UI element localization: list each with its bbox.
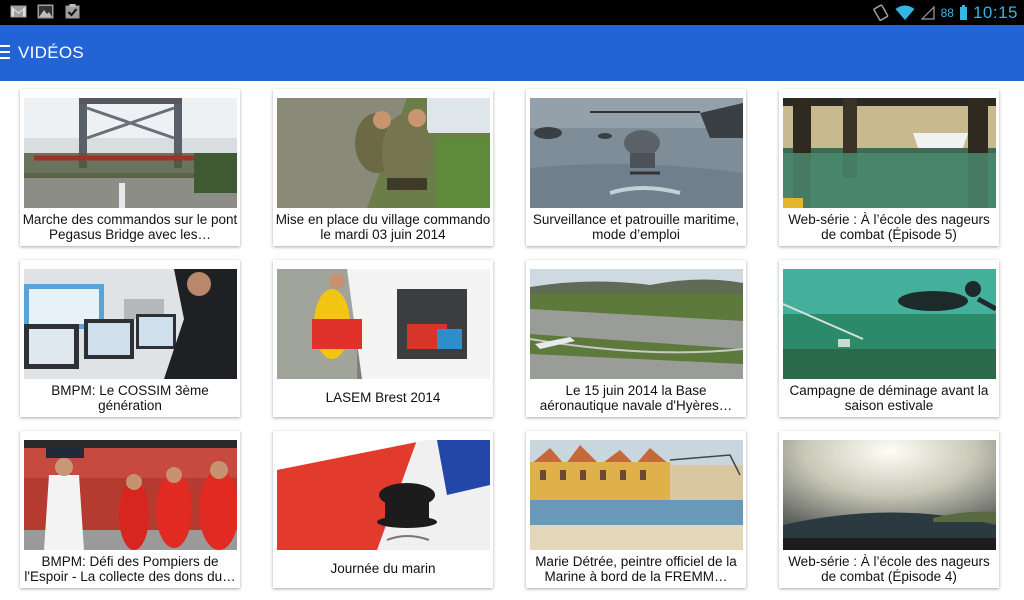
video-thumbnail xyxy=(783,269,996,379)
video-title: BMPM: Le COSSIM 3ème génération xyxy=(51,382,209,414)
video-title: Surveillance et patrouille maritime, mod… xyxy=(532,211,740,243)
video-card[interactable]: Mise en place du village commando le mar… xyxy=(273,89,493,246)
battery-percentage: 88 xyxy=(940,5,954,20)
clock: 10:15 xyxy=(972,2,1018,22)
page-title[interactable]: VIDÉOS xyxy=(18,25,84,81)
video-card[interactable]: Web-série : À l’école des nageurs de com… xyxy=(779,89,999,246)
clipboard-check-icon xyxy=(65,4,80,19)
gmail-icon xyxy=(10,5,27,18)
video-title: BMPM: Défi des Pompiers de l'Espoir - La… xyxy=(24,553,236,585)
video-card[interactable]: Marie Détrée, peintre officiel de la Mar… xyxy=(526,431,746,588)
video-thumbnail xyxy=(530,269,743,379)
app-bar: VIDÉOS xyxy=(0,25,1024,81)
video-title: Marche des commandos sur le pont Pegasus… xyxy=(22,211,238,243)
video-card[interactable]: BMPM: Le COSSIM 3ème génération xyxy=(20,260,240,417)
video-thumbnail xyxy=(24,440,237,550)
video-thumbnail xyxy=(530,98,743,208)
video-thumbnail xyxy=(24,269,237,379)
video-thumbnail xyxy=(277,98,490,208)
video-card[interactable]: Journée du marin xyxy=(273,431,493,588)
wifi-icon xyxy=(895,5,915,20)
video-card[interactable]: Web-série : À l’école des nageurs de com… xyxy=(779,431,999,588)
menu-icon[interactable] xyxy=(0,45,10,61)
video-title: Le 15 juin 2014 la Base aéronautique nav… xyxy=(539,382,733,414)
battery-icon xyxy=(959,5,967,20)
video-card[interactable]: LASEM Brest 2014 xyxy=(273,260,493,417)
video-title: LASEM Brest 2014 xyxy=(325,390,441,406)
video-thumbnail xyxy=(783,98,996,208)
video-thumbnail xyxy=(277,269,490,379)
signal-icon xyxy=(920,5,935,20)
video-title: Journée du marin xyxy=(330,561,436,577)
video-thumbnail xyxy=(277,440,490,550)
video-title: Marie Détrée, peintre officiel de la Mar… xyxy=(535,553,737,585)
video-card[interactable]: Surveillance et patrouille maritime, mod… xyxy=(526,89,746,246)
gallery-icon xyxy=(37,4,54,19)
video-card[interactable]: BMPM: Défi des Pompiers de l'Espoir - La… xyxy=(20,431,240,588)
video-title: Mise en place du village commando le mar… xyxy=(275,211,491,243)
video-title: Campagne de déminage avant la saison est… xyxy=(789,382,989,414)
rotation-lock-icon xyxy=(872,4,888,21)
video-card[interactable]: Marche des commandos sur le pont Pegasus… xyxy=(20,89,240,246)
video-thumbnail xyxy=(24,98,237,208)
video-thumbnail xyxy=(783,440,996,550)
video-card[interactable]: Campagne de déminage avant la saison est… xyxy=(779,260,999,417)
video-grid: Marche des commandos sur le pont Pegasus… xyxy=(0,81,1024,600)
status-bar: 88 10:15 xyxy=(0,0,1024,25)
video-title: Web-série : À l’école des nageurs de com… xyxy=(788,553,990,585)
video-thumbnail xyxy=(530,440,743,550)
video-card[interactable]: Le 15 juin 2014 la Base aéronautique nav… xyxy=(526,260,746,417)
video-title: Web-série : À l’école des nageurs de com… xyxy=(788,211,990,243)
